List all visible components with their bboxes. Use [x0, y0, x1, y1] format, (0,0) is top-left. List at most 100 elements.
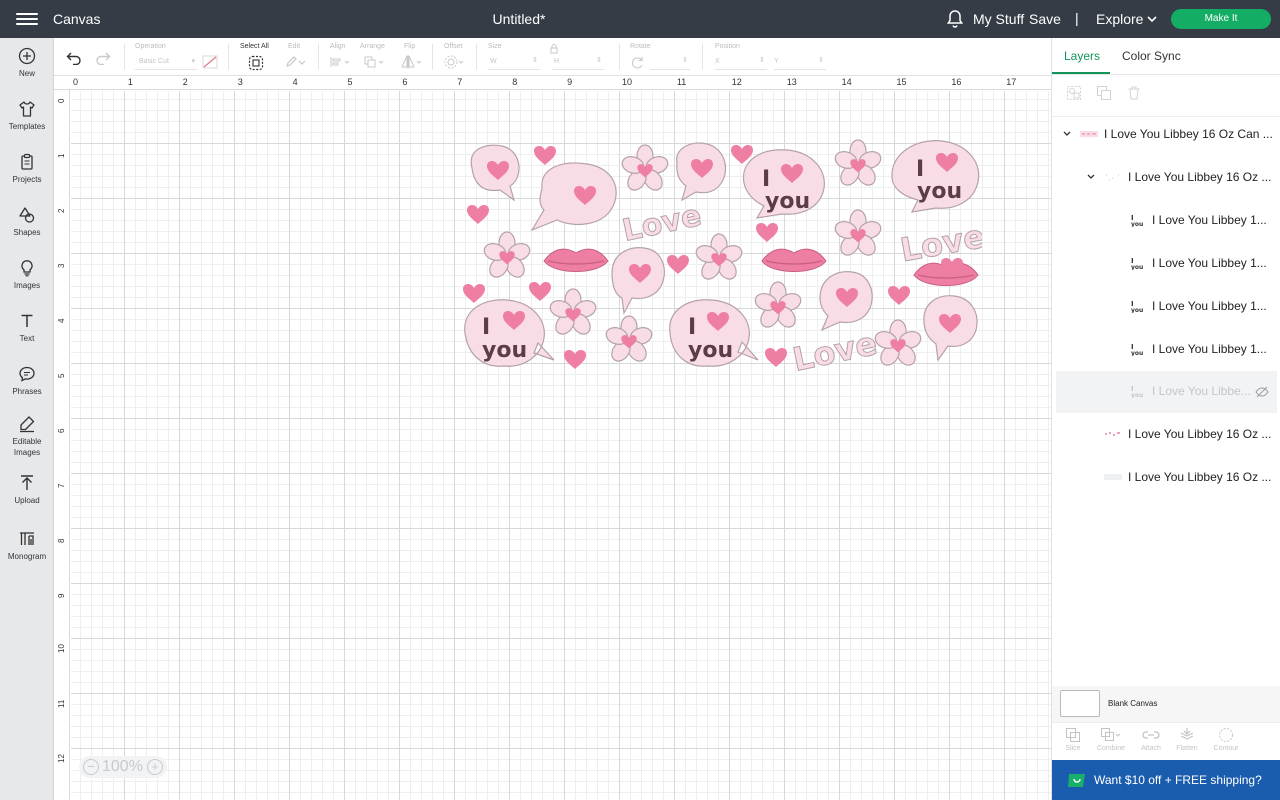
- edit-pen-icon[interactable]: [285, 56, 307, 68]
- contour-button[interactable]: Contour: [1207, 727, 1245, 752]
- sidebar-item-templates[interactable]: Templates: [0, 100, 54, 132]
- promo-banner[interactable]: Want $10 off + FREE shipping?: [1052, 760, 1280, 800]
- attach-button[interactable]: Attach: [1132, 727, 1170, 752]
- trash-icon[interactable]: [1126, 85, 1142, 101]
- lock-icon[interactable]: [550, 44, 558, 54]
- layer-row[interactable]: Iyou I Love You Libbey 1...: [1056, 200, 1277, 242]
- color-swatch-icon[interactable]: [202, 55, 218, 69]
- sidebar-item-label: Projects: [12, 175, 42, 184]
- left-sidebar: New Templates Projects Shapes Images Tex…: [0, 38, 54, 800]
- ruler-left: 0 1 2 3 4 5 6 7 8 9 10 11 12: [54, 90, 70, 800]
- sidebar-item-shapes[interactable]: Shapes: [0, 206, 54, 238]
- sidebar-item-phrases[interactable]: Phrases: [0, 365, 54, 397]
- i-love-you-thumbnail-icon: Iyou: [1131, 300, 1143, 313]
- ruler-top-label: 11: [676, 77, 687, 87]
- offset-icon[interactable]: [444, 55, 466, 69]
- shapes-icon: [19, 207, 35, 223]
- layer-row[interactable]: Iyou I Love You Libbey 1...: [1056, 286, 1277, 328]
- slice-button[interactable]: Slice: [1054, 727, 1092, 752]
- text-icon: [21, 314, 33, 327]
- arrange-icon[interactable]: [364, 56, 386, 68]
- ruler-left-label: 1: [57, 153, 66, 158]
- design-text-love: Love: [898, 217, 982, 269]
- design-text-love: Love: [789, 324, 880, 374]
- x-prefix: X: [715, 58, 720, 65]
- sidebar-item-projects[interactable]: Projects: [0, 153, 54, 185]
- tab-color-sync[interactable]: Color Sync: [1122, 49, 1181, 63]
- stepper-icon: ⇕: [682, 57, 688, 64]
- ruler-left-label: 4: [57, 318, 66, 323]
- layer-row[interactable]: I Love You Libbey 16 Oz Can ...: [1056, 114, 1277, 156]
- group-icon[interactable]: [1066, 85, 1082, 101]
- sidebar-item-images[interactable]: Images: [0, 259, 54, 291]
- align-icon[interactable]: [330, 56, 352, 68]
- sidebar-item-upload[interactable]: Upload: [0, 474, 54, 506]
- ruler-top-label: 3: [237, 77, 243, 87]
- arrange-label: Arrange: [360, 43, 385, 50]
- blank-canvas-label: Blank Canvas: [1108, 699, 1158, 708]
- explore-menu[interactable]: Explore: [1096, 11, 1143, 27]
- edit-image-icon: [20, 416, 35, 433]
- bell-icon[interactable]: [946, 9, 964, 29]
- tab-layers[interactable]: Layers: [1064, 49, 1100, 63]
- operation-label: Operation: [135, 43, 166, 50]
- design-canvas[interactable]: 0 1 2 3 4 5 6 7 8 9 10 11 12 13 14 15 16 17 0 1 2 3 4 5 6 7 8 9 10 1…: [54, 76, 1051, 800]
- save-button[interactable]: Save: [1029, 11, 1061, 27]
- document-title[interactable]: Untitled*: [0, 11, 1038, 27]
- chevron-down-icon: ▾: [191, 58, 195, 65]
- layer-thumbnail-icon: [1104, 474, 1122, 480]
- layer-row[interactable]: I Love You Libbey 16 Oz ...: [1056, 457, 1277, 499]
- ruler-left-label: 11: [57, 699, 66, 708]
- ruler-left-label: 10: [57, 644, 66, 653]
- sidebar-item-new[interactable]: New: [0, 47, 54, 79]
- position-x-input[interactable]: X ⇕: [715, 56, 767, 70]
- my-stuff-link[interactable]: My Stuff: [973, 11, 1024, 27]
- sidebar-item-editable-images[interactable]: Editable Images: [0, 415, 54, 458]
- position-label: Position: [715, 43, 740, 50]
- undo-icon[interactable]: [66, 51, 82, 65]
- love-design-artwork[interactable]: I you I you Love Love I you I you Love: [462, 138, 982, 374]
- combine-button[interactable]: Combine: [1092, 727, 1130, 752]
- chevron-down-icon[interactable]: [1146, 13, 1158, 25]
- chevron-down-icon[interactable]: [1086, 172, 1096, 182]
- layer-row[interactable]: Iyou I Love You Libbey 1...: [1056, 329, 1277, 371]
- chevron-down-icon[interactable]: [1062, 129, 1072, 139]
- duplicate-icon[interactable]: [1096, 85, 1112, 101]
- height-input[interactable]: H ⇕: [552, 56, 604, 70]
- rotate-input[interactable]: ⇕: [650, 56, 690, 70]
- sidebar-item-text[interactable]: Text: [0, 312, 54, 344]
- make-it-button[interactable]: Make It: [1171, 9, 1271, 29]
- ruler-top-label: 7: [457, 77, 463, 87]
- flip-icon[interactable]: [401, 55, 423, 69]
- canvas-color-swatch[interactable]: [1060, 690, 1100, 717]
- width-input[interactable]: W ⇕: [488, 56, 540, 70]
- layer-row[interactable]: I Love You Libbey 16 Oz ...: [1056, 157, 1277, 199]
- redo-icon[interactable]: [95, 51, 111, 65]
- topbar-separator: |: [1075, 10, 1079, 26]
- layer-row-hidden[interactable]: Iyou I Love You Libbe...: [1056, 371, 1277, 413]
- stepper-icon: ⇕: [759, 57, 765, 64]
- ruler-left-label: 3: [57, 263, 66, 268]
- attach-label: Attach: [1141, 745, 1161, 752]
- eye-hidden-icon[interactable]: [1255, 386, 1269, 398]
- layer-row[interactable]: Iyou I Love You Libbey 1...: [1056, 243, 1277, 285]
- i-love-you-thumbnail-icon: Iyou: [1131, 343, 1143, 356]
- design-text-you: you: [765, 189, 810, 214]
- ruler-top-label: 2: [182, 77, 188, 87]
- edit-label: Edit: [288, 43, 301, 50]
- ruler-left-label: 8: [57, 538, 66, 543]
- position-y-input[interactable]: Y ⇕: [774, 56, 826, 70]
- operation-select[interactable]: Basic Cut ▾: [135, 56, 197, 70]
- select-all-icon[interactable]: [248, 55, 264, 71]
- combine-icon: [1101, 728, 1121, 741]
- blank-canvas-row[interactable]: Blank Canvas: [1052, 686, 1280, 722]
- svg-text:you: you: [1131, 392, 1143, 398]
- sidebar-item-monogram[interactable]: Monogram: [0, 530, 54, 562]
- layer-row[interactable]: I Love You Libbey 16 Oz ...: [1056, 414, 1277, 456]
- stepper-icon: ⇕: [532, 57, 538, 64]
- flatten-button[interactable]: Flatten: [1168, 727, 1206, 752]
- zoom-out-button[interactable]: −: [83, 759, 99, 775]
- ruler-top-label: 17: [1006, 77, 1017, 87]
- zoom-in-button[interactable]: +: [147, 759, 163, 775]
- heart-bubble-large: [530, 162, 617, 232]
